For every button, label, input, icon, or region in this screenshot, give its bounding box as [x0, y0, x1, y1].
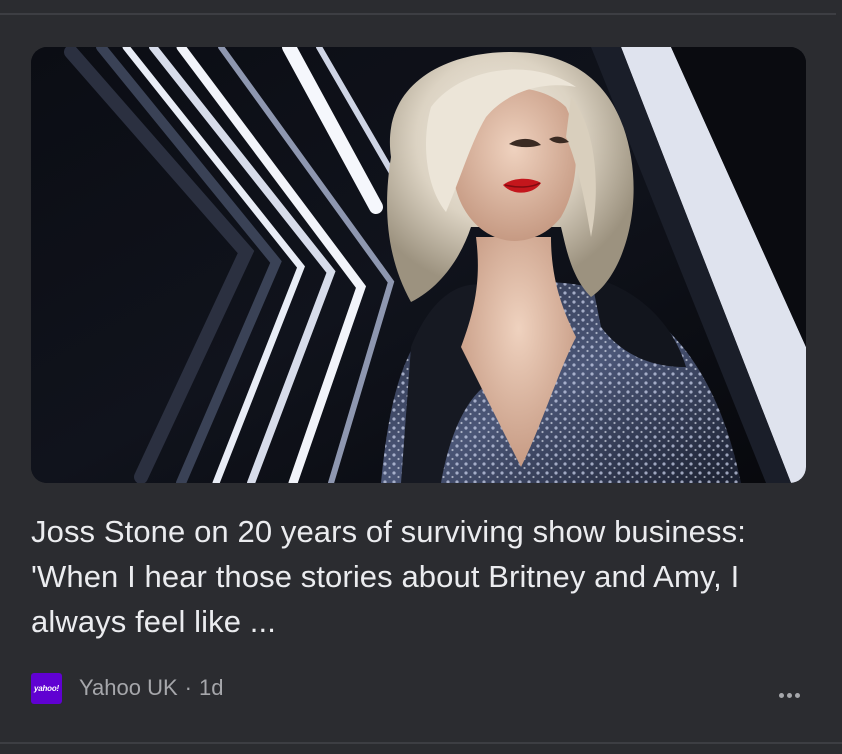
more-horizontal-icon[interactable] — [772, 685, 806, 705]
article-thumbnail[interactable] — [31, 47, 806, 483]
article-age: 1d — [198, 675, 224, 700]
more-dot — [786, 692, 792, 698]
news-card[interactable]: Joss Stone on 20 years of surviving show… — [0, 15, 842, 742]
meta-separator: · — [184, 675, 192, 700]
article-meta: yahoo! Yahoo UK · 1d — [31, 671, 223, 705]
source-name: Yahoo UK — [79, 675, 178, 700]
more-dot — [778, 692, 784, 698]
source-info: Yahoo UK · 1d — [79, 675, 223, 701]
more-dot — [794, 692, 800, 698]
article-image — [31, 47, 806, 483]
article-headline[interactable]: Joss Stone on 20 years of surviving show… — [31, 509, 801, 644]
yahoo-logo-icon: yahoo! — [31, 672, 62, 704]
bottom-divider — [0, 742, 842, 744]
screen: Joss Stone on 20 years of surviving show… — [0, 0, 842, 754]
